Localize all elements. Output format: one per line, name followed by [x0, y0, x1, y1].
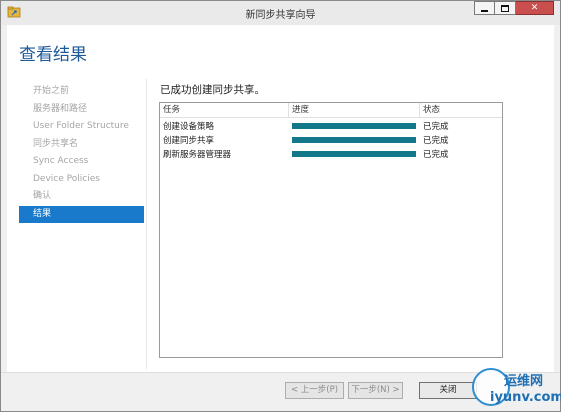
- progress-fill: [292, 137, 416, 143]
- close-icon: ✕: [530, 3, 539, 13]
- watermark-line1: 运维网: [504, 374, 544, 389]
- maximize-icon: [501, 4, 509, 12]
- progress-bar: [292, 151, 416, 157]
- task-cell: 刷新服务器管理器: [163, 150, 232, 160]
- table-row[interactable]: 创建同步共享 已完成: [160, 133, 502, 147]
- minimize-icon: [481, 9, 488, 12]
- nav-item-results[interactable]: 结果: [19, 205, 144, 223]
- wizard-window: 新同步共享向导 ✕ 查看结果 开始之前 服务器和路径 User Folder S…: [0, 0, 561, 412]
- wizard-steps-nav: 开始之前 服务器和路径 User Folder Structure 同步共享名 …: [19, 83, 144, 223]
- nav-item-before-you-begin[interactable]: 开始之前: [19, 83, 144, 101]
- title-bar[interactable]: 新同步共享向导 ✕: [1, 1, 560, 25]
- wizard-content: 查看结果 开始之前 服务器和路径 User Folder Structure 同…: [7, 25, 554, 372]
- table-row[interactable]: 创建设备策略 已完成: [160, 119, 502, 133]
- watermark-line2: iyunv.com: [490, 390, 561, 405]
- nav-item-device-policies[interactable]: Device Policies: [19, 171, 144, 189]
- maximize-button[interactable]: [495, 1, 516, 15]
- nav-item-server-and-path[interactable]: 服务器和路径: [19, 101, 144, 119]
- nav-item-user-folder-structure[interactable]: User Folder Structure: [19, 118, 144, 136]
- nav-item-sync-access[interactable]: Sync Access: [19, 153, 144, 171]
- status-cell: 已完成: [423, 122, 449, 132]
- progress-bar: [292, 123, 416, 129]
- progress-fill: [292, 151, 416, 157]
- task-cell: 创建设备策略: [163, 122, 215, 132]
- column-header-task[interactable]: 任务: [160, 103, 289, 118]
- nav-divider: [146, 79, 147, 369]
- task-cell: 创建同步共享: [163, 136, 215, 146]
- close-window-button[interactable]: ✕: [516, 1, 554, 15]
- progress-fill: [292, 123, 416, 129]
- status-cell: 已完成: [423, 150, 449, 160]
- progress-bar: [292, 137, 416, 143]
- column-header-status[interactable]: 状态: [420, 103, 502, 118]
- nav-item-sync-share-name[interactable]: 同步共享名: [19, 136, 144, 154]
- table-row[interactable]: 刷新服务器管理器 已完成: [160, 147, 502, 161]
- status-cell: 已完成: [423, 136, 449, 146]
- nav-item-confirmation[interactable]: 确认: [19, 188, 144, 206]
- previous-button[interactable]: < 上一步(P): [285, 382, 344, 399]
- results-table[interactable]: 任务 进度 状态 创建设备策略 已完成 创建同步共享 已完成 刷新服务器管理器 …: [159, 102, 503, 358]
- next-button[interactable]: 下一步(N) >: [348, 382, 403, 399]
- column-header-progress[interactable]: 进度: [289, 103, 420, 118]
- minimize-button[interactable]: [474, 1, 495, 15]
- result-heading: 已成功创建同步共享。: [160, 84, 265, 96]
- site-watermark: 运维网 iyunv.com: [466, 360, 561, 412]
- page-title: 查看结果: [19, 45, 87, 65]
